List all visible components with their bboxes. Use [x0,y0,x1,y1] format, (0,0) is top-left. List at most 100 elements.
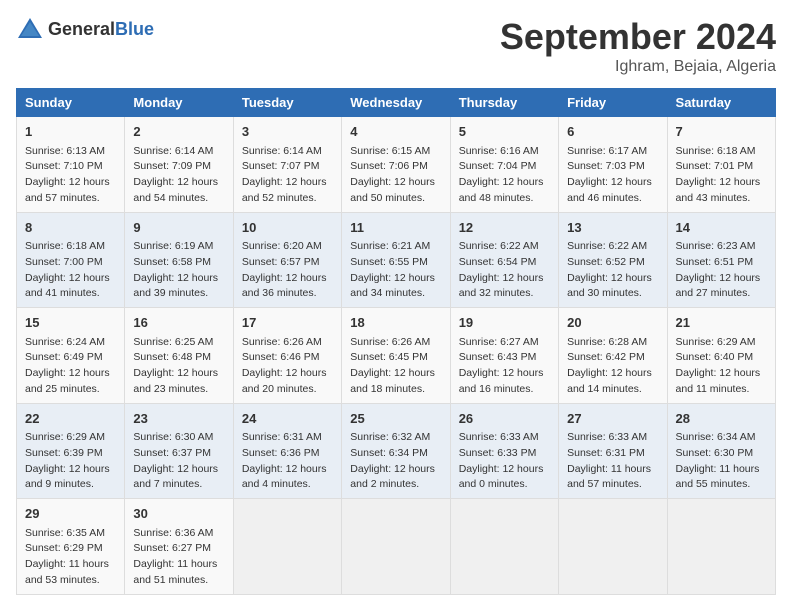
day-number: 5 [459,122,550,142]
calendar-week-row: 15Sunrise: 6:24 AMSunset: 6:49 PMDayligh… [17,308,776,404]
logo-blue-text: Blue [115,19,154,39]
day-number: 22 [25,409,116,429]
daylight-text: Daylight: 12 hours and 16 minutes. [459,367,544,395]
day-number: 27 [567,409,658,429]
day-number: 6 [567,122,658,142]
sunset-text: Sunset: 6:46 PM [242,351,320,363]
sunrise-text: Sunrise: 6:23 AM [676,240,756,252]
sunrise-text: Sunrise: 6:36 AM [133,527,213,539]
calendar-cell: 28Sunrise: 6:34 AMSunset: 6:30 PMDayligh… [667,403,775,499]
page-header: GeneralBlue September 2024 Ighram, Bejai… [16,16,776,76]
col-monday: Monday [125,89,233,117]
month-title: September 2024 [500,16,776,58]
calendar-cell: 1Sunrise: 6:13 AMSunset: 7:10 PMDaylight… [17,117,125,213]
day-number: 20 [567,313,658,333]
day-number: 18 [350,313,441,333]
calendar-cell: 12Sunrise: 6:22 AMSunset: 6:54 PMDayligh… [450,212,558,308]
sunrise-text: Sunrise: 6:24 AM [25,336,105,348]
sunset-text: Sunset: 7:00 PM [25,256,103,268]
sunset-text: Sunset: 6:52 PM [567,256,645,268]
sunset-text: Sunset: 7:01 PM [676,160,754,172]
sunrise-text: Sunrise: 6:17 AM [567,145,647,157]
daylight-text: Daylight: 12 hours and 30 minutes. [567,272,652,300]
daylight-text: Daylight: 12 hours and 48 minutes. [459,176,544,204]
calendar-cell [342,499,450,595]
calendar-cell: 14Sunrise: 6:23 AMSunset: 6:51 PMDayligh… [667,212,775,308]
day-number: 13 [567,218,658,238]
daylight-text: Daylight: 11 hours and 51 minutes. [133,558,217,586]
daylight-text: Daylight: 12 hours and 36 minutes. [242,272,327,300]
sunrise-text: Sunrise: 6:19 AM [133,240,213,252]
sunset-text: Sunset: 6:31 PM [567,447,645,459]
daylight-text: Daylight: 12 hours and 9 minutes. [25,463,110,491]
location-text: Ighram, Bejaia, Algeria [500,58,776,76]
day-number: 14 [676,218,767,238]
day-number: 19 [459,313,550,333]
sunset-text: Sunset: 7:10 PM [25,160,103,172]
day-number: 3 [242,122,333,142]
daylight-text: Daylight: 12 hours and 50 minutes. [350,176,435,204]
daylight-text: Daylight: 12 hours and 52 minutes. [242,176,327,204]
logo-icon [16,16,44,44]
day-number: 1 [25,122,116,142]
sunrise-text: Sunrise: 6:28 AM [567,336,647,348]
col-sunday: Sunday [17,89,125,117]
daylight-text: Daylight: 12 hours and 54 minutes. [133,176,218,204]
calendar-cell: 29Sunrise: 6:35 AMSunset: 6:29 PMDayligh… [17,499,125,595]
sunrise-text: Sunrise: 6:33 AM [567,431,647,443]
sunset-text: Sunset: 6:30 PM [676,447,754,459]
calendar-cell: 7Sunrise: 6:18 AMSunset: 7:01 PMDaylight… [667,117,775,213]
calendar-cell: 18Sunrise: 6:26 AMSunset: 6:45 PMDayligh… [342,308,450,404]
calendar-cell: 6Sunrise: 6:17 AMSunset: 7:03 PMDaylight… [559,117,667,213]
day-number: 21 [676,313,767,333]
sunrise-text: Sunrise: 6:18 AM [676,145,756,157]
daylight-text: Daylight: 12 hours and 25 minutes. [25,367,110,395]
sunrise-text: Sunrise: 6:25 AM [133,336,213,348]
logo: GeneralBlue [16,16,154,44]
sunrise-text: Sunrise: 6:26 AM [350,336,430,348]
day-number: 7 [676,122,767,142]
day-number: 23 [133,409,224,429]
sunrise-text: Sunrise: 6:32 AM [350,431,430,443]
sunset-text: Sunset: 6:36 PM [242,447,320,459]
calendar-cell: 23Sunrise: 6:30 AMSunset: 6:37 PMDayligh… [125,403,233,499]
daylight-text: Daylight: 12 hours and 34 minutes. [350,272,435,300]
daylight-text: Daylight: 12 hours and 7 minutes. [133,463,218,491]
sunrise-text: Sunrise: 6:14 AM [133,145,213,157]
daylight-text: Daylight: 12 hours and 14 minutes. [567,367,652,395]
daylight-text: Daylight: 12 hours and 2 minutes. [350,463,435,491]
calendar-cell [667,499,775,595]
calendar-cell: 2Sunrise: 6:14 AMSunset: 7:09 PMDaylight… [125,117,233,213]
sunrise-text: Sunrise: 6:21 AM [350,240,430,252]
day-number: 26 [459,409,550,429]
sunrise-text: Sunrise: 6:20 AM [242,240,322,252]
day-number: 11 [350,218,441,238]
calendar-cell: 19Sunrise: 6:27 AMSunset: 6:43 PMDayligh… [450,308,558,404]
sunset-text: Sunset: 7:09 PM [133,160,211,172]
sunset-text: Sunset: 6:33 PM [459,447,537,459]
calendar-cell: 22Sunrise: 6:29 AMSunset: 6:39 PMDayligh… [17,403,125,499]
sunset-text: Sunset: 6:42 PM [567,351,645,363]
calendar-week-row: 1Sunrise: 6:13 AMSunset: 7:10 PMDaylight… [17,117,776,213]
calendar-week-row: 29Sunrise: 6:35 AMSunset: 6:29 PMDayligh… [17,499,776,595]
sunrise-text: Sunrise: 6:30 AM [133,431,213,443]
sunset-text: Sunset: 6:55 PM [350,256,428,268]
sunrise-text: Sunrise: 6:22 AM [567,240,647,252]
sunrise-text: Sunrise: 6:31 AM [242,431,322,443]
sunset-text: Sunset: 6:34 PM [350,447,428,459]
calendar-cell: 8Sunrise: 6:18 AMSunset: 7:00 PMDaylight… [17,212,125,308]
daylight-text: Daylight: 11 hours and 53 minutes. [25,558,109,586]
sunrise-text: Sunrise: 6:15 AM [350,145,430,157]
sunset-text: Sunset: 6:27 PM [133,542,211,554]
calendar-cell: 5Sunrise: 6:16 AMSunset: 7:04 PMDaylight… [450,117,558,213]
daylight-text: Daylight: 12 hours and 23 minutes. [133,367,218,395]
sunrise-text: Sunrise: 6:34 AM [676,431,756,443]
sunrise-text: Sunrise: 6:16 AM [459,145,539,157]
calendar-week-row: 8Sunrise: 6:18 AMSunset: 7:00 PMDaylight… [17,212,776,308]
day-number: 16 [133,313,224,333]
daylight-text: Daylight: 12 hours and 39 minutes. [133,272,218,300]
calendar-cell: 24Sunrise: 6:31 AMSunset: 6:36 PMDayligh… [233,403,341,499]
sunset-text: Sunset: 7:03 PM [567,160,645,172]
day-number: 8 [25,218,116,238]
sunset-text: Sunset: 6:40 PM [676,351,754,363]
